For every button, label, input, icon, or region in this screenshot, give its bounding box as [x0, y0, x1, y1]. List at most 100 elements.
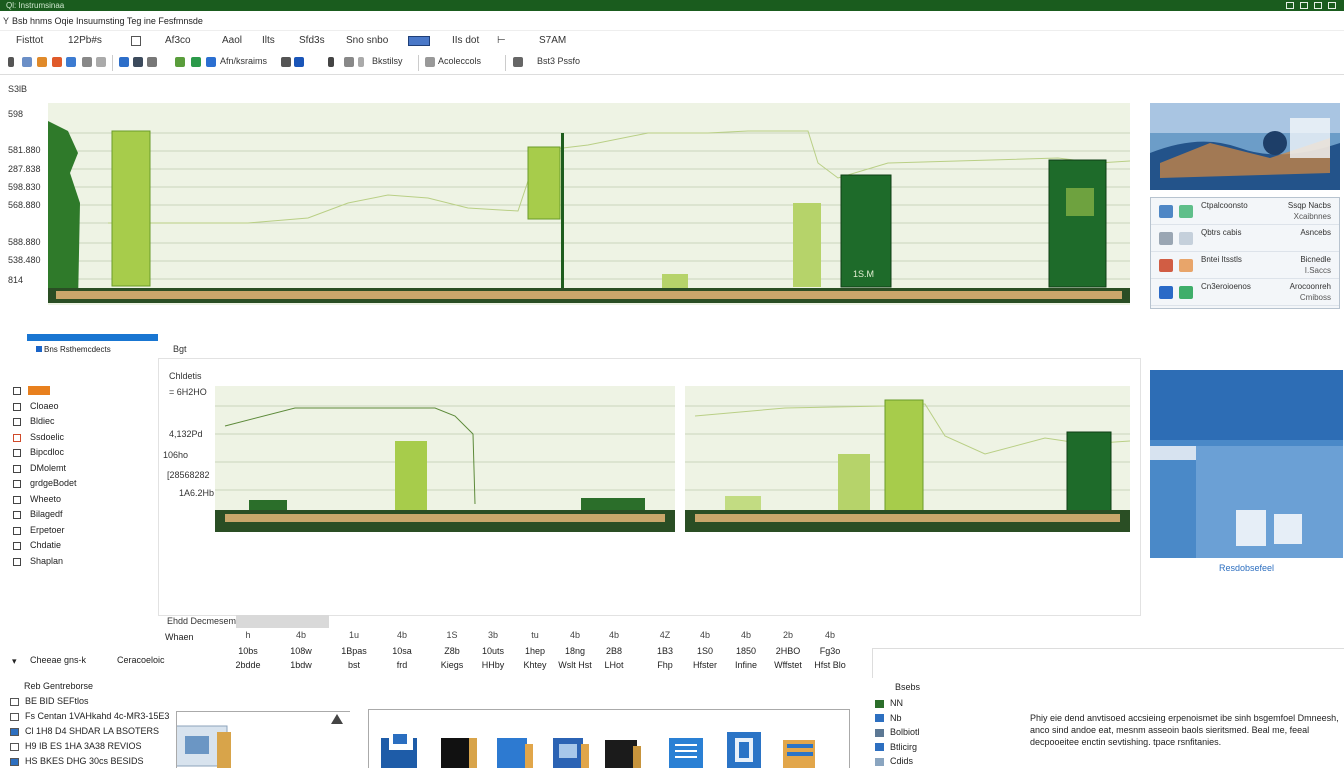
preview-box[interactable] [166, 711, 350, 768]
arrow-icon[interactable] [8, 57, 14, 67]
grid-column[interactable]: 4b 2B8 LHot [590, 630, 638, 670]
shape-icon[interactable] [191, 57, 201, 67]
nav-item[interactable]: Bilagedf [0, 507, 158, 523]
tab-9[interactable]: S7AM [539, 31, 566, 51]
tab-file[interactable]: Fisttot [16, 31, 43, 51]
nav-item[interactable]: Chdatie [0, 538, 158, 554]
file-icon[interactable] [439, 724, 479, 768]
restore-icon[interactable] [1300, 2, 1308, 9]
property-item[interactable]: Bolbiotl [875, 725, 920, 740]
grid-column[interactable]: 1u 1Bpas bst [330, 630, 378, 670]
minimize-icon[interactable] [1286, 2, 1294, 9]
chevron-down-icon[interactable] [358, 57, 364, 67]
file-icon[interactable] [603, 724, 643, 768]
menu-lead[interactable]: Y [3, 11, 9, 31]
bar[interactable] [662, 274, 688, 288]
nav-item-selected[interactable] [0, 383, 158, 399]
toolbar-group-4[interactable]: Bst3 Pssfo [537, 56, 580, 66]
close-icon[interactable] [1328, 2, 1336, 9]
camera-icon[interactable] [147, 57, 157, 67]
property-item[interactable]: NN [875, 696, 920, 711]
bar[interactable] [527, 146, 561, 220]
eraser-icon[interactable] [344, 57, 354, 67]
property-item[interactable]: Nb [875, 711, 920, 726]
tab-6[interactable]: Sfd3s [299, 31, 325, 51]
dropdown-1[interactable]: Cheeae gns-k [30, 655, 86, 665]
dropdown-2[interactable]: Ceracoeloic [117, 655, 165, 665]
blue-preview-panel[interactable] [1150, 370, 1343, 558]
blue-panel-caption[interactable]: Resdobsefeel [1150, 563, 1343, 573]
panel-header[interactable]: Bns Rsthemcdects [27, 334, 158, 358]
file-icon[interactable] [781, 724, 821, 768]
nav-item[interactable]: grdgeBodet [0, 476, 158, 492]
file-icon[interactable] [379, 724, 419, 768]
grid-column[interactable]: 4b 1850 Infine [722, 630, 770, 670]
toolbar-group-3[interactable]: Acoleccols [438, 56, 481, 66]
folder-icon[interactable] [37, 57, 47, 67]
bar[interactable] [1048, 159, 1107, 288]
tree-row[interactable]: Reb Gentreborse [10, 679, 350, 694]
paint-icon[interactable] [175, 57, 185, 67]
image-icon[interactable] [513, 57, 523, 67]
grid-icon[interactable] [425, 57, 435, 67]
file-icon[interactable] [725, 720, 765, 768]
chart-a[interactable] [215, 386, 675, 532]
grid-column[interactable]: 4b 10sa frd [378, 630, 426, 670]
nav-item[interactable]: Bldiec [0, 414, 158, 430]
maximize-icon[interactable] [1314, 2, 1322, 9]
list-item[interactable]: Ctpalcoonsto Ssqp Nacbs Xcaibnnes [1151, 198, 1339, 225]
cut-icon[interactable] [52, 57, 62, 67]
preview-thumbnail[interactable] [1150, 103, 1340, 190]
nav-item[interactable]: Ssdoelic [0, 430, 158, 446]
pin-icon[interactable]: ⊢ [497, 31, 506, 51]
tab-3[interactable]: Af3co [165, 31, 191, 51]
pen-icon[interactable] [328, 57, 334, 67]
checkbox-icon[interactable] [131, 36, 141, 46]
bar[interactable] [581, 498, 645, 512]
layout-icon[interactable] [408, 36, 430, 46]
tree-row[interactable]: BE BID SEFtlos [10, 694, 350, 709]
tab-8[interactable]: IIs dot [452, 31, 479, 51]
bar[interactable] [793, 203, 821, 287]
tab-4[interactable]: Aaol [222, 31, 242, 51]
bar[interactable] [111, 130, 151, 287]
text-icon[interactable] [281, 57, 291, 67]
list-item[interactable]: Cn3eroioenos Arocoonreh Cmiboss [1151, 279, 1339, 306]
list-item[interactable]: Qbtrs cabis Asncebs [1151, 225, 1339, 252]
print-icon[interactable] [133, 57, 143, 67]
open-icon[interactable] [22, 57, 32, 67]
tab-2[interactable]: 12Pb#s [68, 31, 102, 51]
mid-tab-label[interactable]: Bgt [173, 344, 187, 354]
nav-item[interactable]: Wheeto [0, 492, 158, 508]
top-chart[interactable]: 1S.M [48, 103, 1131, 305]
list-item[interactable]: Bntei Itsstls Bicnedle I.Saccs [1151, 252, 1339, 279]
nav-item[interactable]: Shaplan [0, 554, 158, 570]
toolbar-group-2[interactable]: Bkstilsy [372, 56, 403, 66]
toolbar-group-1[interactable]: Afn/ksraims [220, 56, 267, 66]
file-icon[interactable] [495, 724, 535, 768]
table-icon[interactable] [206, 57, 216, 67]
bold-icon[interactable] [294, 57, 304, 67]
bar[interactable] [884, 399, 924, 513]
property-item[interactable]: Btlicirg [875, 740, 920, 755]
chart-b[interactable] [685, 386, 1131, 532]
bar[interactable] [725, 496, 761, 512]
grid-column[interactable]: 2b 2HBO Wffstet [764, 630, 812, 670]
redo-icon[interactable] [96, 57, 106, 67]
bar[interactable] [838, 454, 870, 512]
copy-icon[interactable] [66, 57, 76, 67]
chevron-down-icon[interactable]: ▾ [12, 656, 17, 667]
tab-5[interactable]: Ilts [262, 31, 275, 51]
grid-column[interactable]: 3b 10uts HHby [469, 630, 517, 670]
file-icon[interactable] [667, 724, 707, 768]
nav-item[interactable]: Cloaeo [0, 399, 158, 415]
save-icon[interactable] [119, 57, 129, 67]
undo-icon[interactable] [82, 57, 92, 67]
bar[interactable] [1066, 431, 1112, 513]
nav-item[interactable]: Erpetoer [0, 523, 158, 539]
nav-item[interactable]: DMolemt [0, 461, 158, 477]
nav-item[interactable]: Bipcdloc [0, 445, 158, 461]
tab-7[interactable]: Sno snbo [346, 31, 388, 51]
grid-column[interactable]: 4b Fg3o Hfst Blo [806, 630, 854, 670]
file-icon[interactable] [551, 724, 591, 768]
